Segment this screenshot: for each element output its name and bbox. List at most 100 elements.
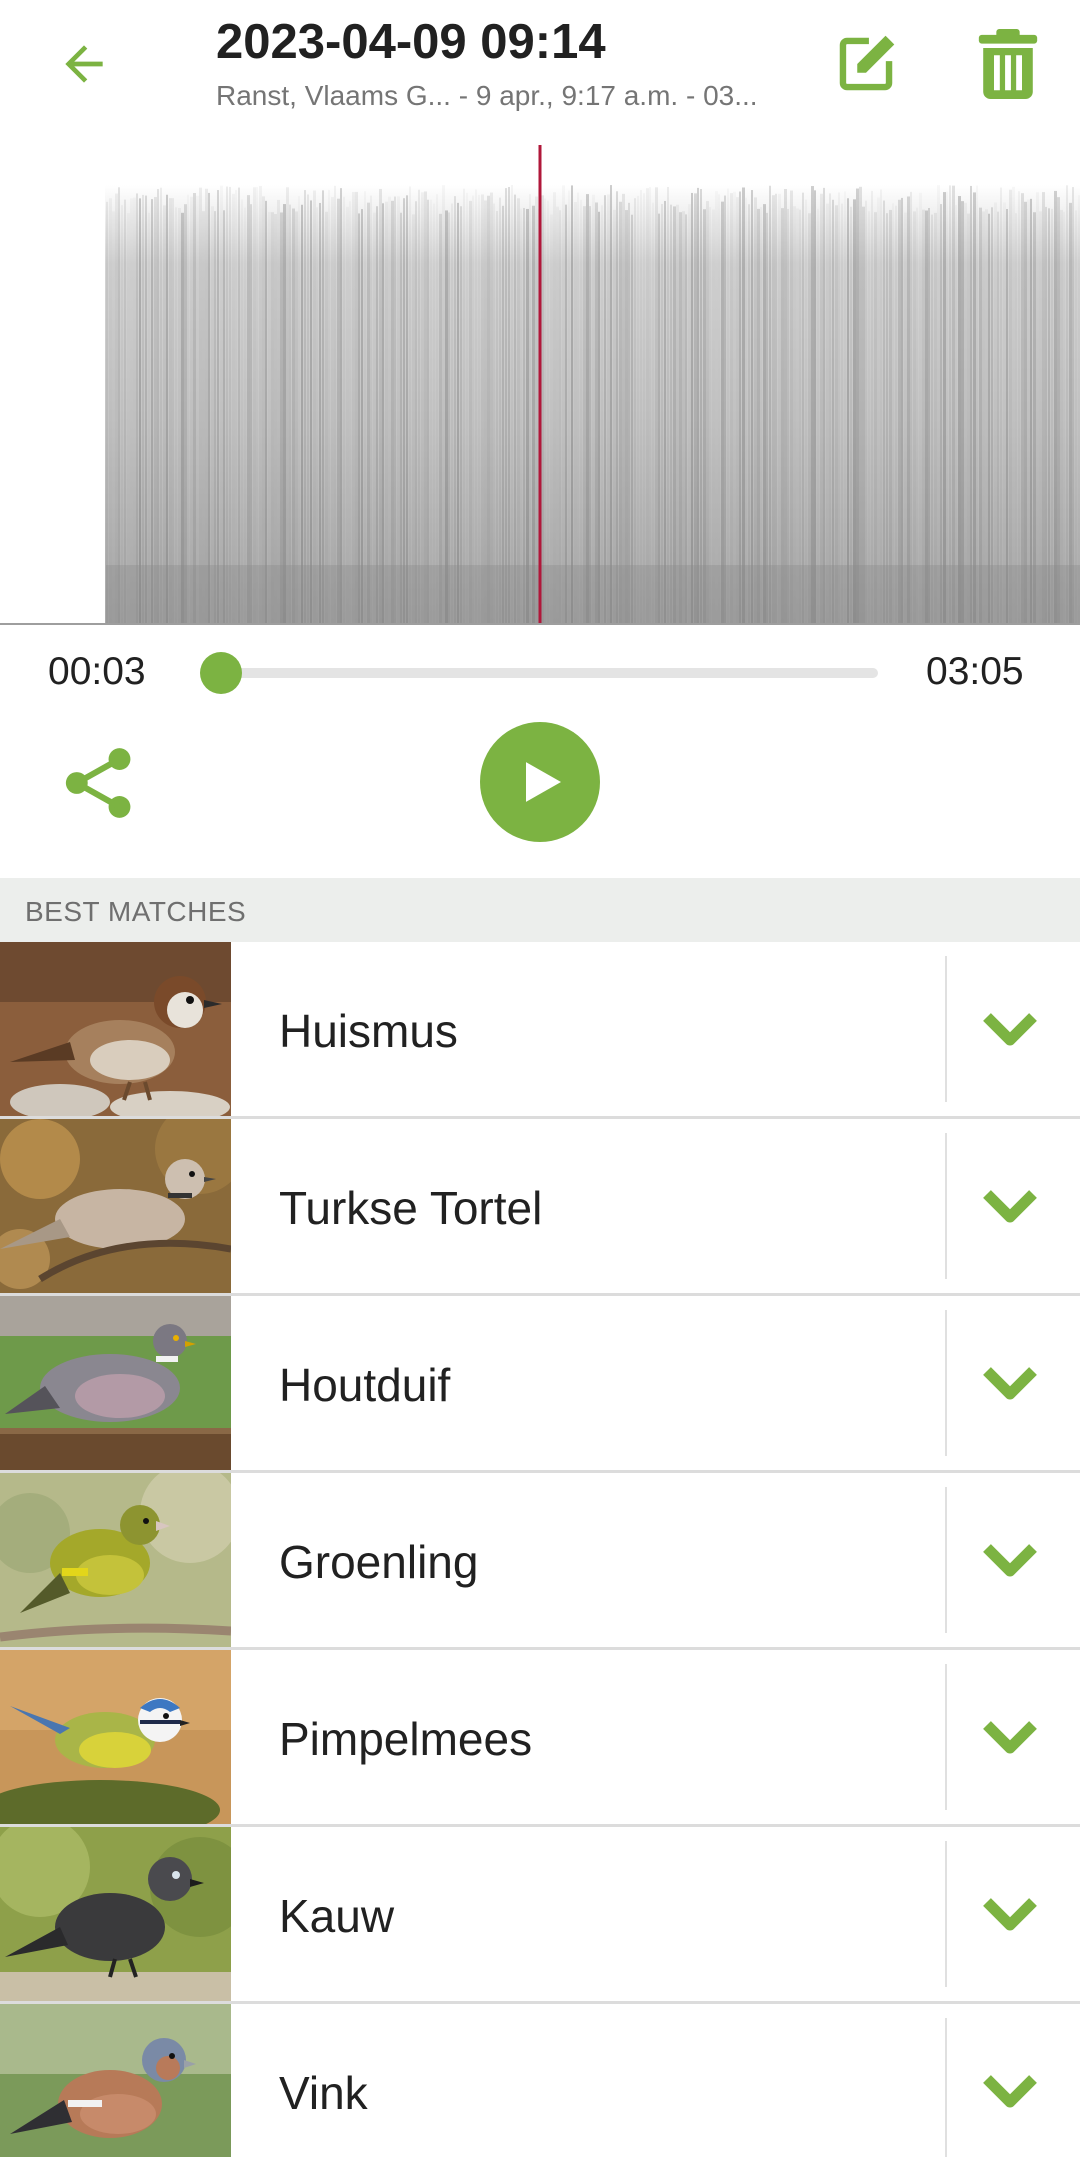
share-icon	[65, 748, 131, 818]
spectrogram-stripe	[940, 204, 942, 623]
spectrogram-stripe	[646, 188, 649, 623]
total-time: 03:05	[926, 650, 1024, 693]
spectrogram-stripe	[145, 195, 147, 623]
bird-thumbnail	[0, 942, 231, 1116]
spectrogram-stripe	[262, 196, 265, 623]
delete-button[interactable]	[968, 24, 1048, 104]
list-item[interactable]: Kauw	[0, 1827, 1080, 2004]
spectrogram-stripe	[658, 213, 660, 623]
spectrogram-stripe	[853, 199, 856, 623]
spectrogram-stripe	[481, 194, 484, 623]
spectrogram-stripe	[931, 214, 933, 623]
spectrogram-stripe	[697, 187, 699, 623]
expand-button[interactable]	[960, 1159, 1060, 1253]
spectrogram-stripe	[184, 204, 187, 623]
expand-button[interactable]	[960, 2044, 1060, 2138]
spectrogram-stripe	[400, 212, 402, 623]
share-button[interactable]	[54, 738, 144, 828]
spectrogram-stripe	[655, 187, 658, 623]
spectrogram-stripe	[271, 212, 274, 623]
expand-button[interactable]	[960, 1867, 1060, 1961]
spectrogram-stripe	[427, 199, 429, 623]
spectrogram-stripe	[991, 207, 993, 623]
spectrogram-stripe	[460, 206, 462, 623]
list-item[interactable]: Vink	[0, 2004, 1080, 2157]
species-name: Pimpelmees	[279, 1713, 533, 1765]
spectrogram-stripe	[160, 187, 162, 623]
spectrogram-stripe	[370, 195, 372, 623]
spectrogram-stripe	[841, 203, 843, 623]
list-item[interactable]: Pimpelmees	[0, 1650, 1080, 1827]
spectrogram-stripe	[664, 200, 666, 623]
spectrogram-stripe	[493, 203, 495, 623]
spectrogram-stripe	[391, 200, 394, 623]
spectrogram[interactable]	[0, 145, 1080, 625]
spectrogram-stripe	[268, 211, 271, 623]
spectrogram-stripe	[901, 197, 903, 623]
spectrogram-stripe	[796, 208, 799, 623]
spectrogram-stripe	[487, 195, 490, 623]
spectrogram-stripe	[544, 198, 546, 623]
list-item[interactable]: Turkse Tortel	[0, 1119, 1080, 1296]
list-item[interactable]: Huismus	[0, 942, 1080, 1119]
spectrogram-stripe	[475, 189, 477, 623]
spectrogram-stripe	[226, 186, 228, 623]
back-button[interactable]	[50, 30, 118, 98]
list-item[interactable]: Houtduif	[0, 1296, 1080, 1473]
spectrogram-stripe	[289, 204, 291, 623]
spectrogram-stripe	[877, 197, 880, 623]
expand-button[interactable]	[960, 982, 1060, 1076]
spectrogram-stripe	[316, 207, 318, 623]
spectrogram-stripe	[583, 206, 586, 623]
expand-button[interactable]	[960, 1690, 1060, 1784]
spectrogram-stripe	[847, 198, 849, 623]
edit-button[interactable]	[826, 24, 906, 104]
spectrogram-stripe	[634, 198, 636, 623]
spectrogram-stripe	[622, 193, 625, 623]
spectrogram-stripe	[148, 212, 150, 623]
spectrogram-stripe	[1012, 186, 1015, 623]
bird-thumbnail	[0, 1650, 231, 1824]
spectrogram-stripe	[982, 211, 985, 623]
spectrogram-stripe	[613, 209, 616, 623]
spectrogram-stripe	[463, 188, 465, 623]
spectrogram-stripe	[829, 193, 831, 623]
spectrogram-stripe	[526, 208, 529, 623]
spectrogram-stripe	[748, 204, 750, 623]
spectrogram-stripe	[295, 211, 298, 623]
spectrogram-stripe	[274, 214, 277, 623]
spectrogram-stripe	[886, 213, 888, 623]
spectrogram-stripe	[769, 185, 771, 623]
spectrogram-stripe	[628, 202, 630, 623]
divider	[945, 2018, 947, 2157]
spectrogram-stripe	[838, 192, 840, 623]
spectrogram-stripe	[244, 207, 246, 623]
chevron-down-icon	[983, 1898, 1037, 1931]
spectrogram-stripe	[1069, 202, 1072, 623]
spectrogram-stripe	[535, 196, 538, 623]
spectrogram-stripe	[1006, 209, 1008, 623]
spectrogram-stripe	[163, 205, 166, 623]
spectrogram-stripe	[637, 195, 639, 623]
list-item[interactable]: Groenling	[0, 1473, 1080, 1650]
spectrogram-stripe	[523, 207, 525, 623]
edit-icon	[839, 35, 895, 91]
arrow-left-icon	[65, 45, 103, 83]
seek-bar[interactable]	[199, 652, 878, 694]
spectrogram-stripe	[817, 208, 819, 623]
spectrogram-stripe	[988, 213, 990, 623]
spectrogram-stripe	[130, 198, 133, 623]
play-button[interactable]	[480, 722, 600, 842]
expand-button[interactable]	[960, 1513, 1060, 1607]
spectrogram-stripe	[943, 192, 946, 623]
expand-button[interactable]	[960, 1336, 1060, 1430]
species-name: Houtduif	[279, 1359, 451, 1411]
spectrogram-stripe	[379, 188, 382, 623]
bird-thumbnail	[0, 1827, 231, 2001]
spectrogram-stripe	[550, 214, 553, 623]
spectrogram-stripe	[307, 194, 309, 623]
spectrogram-stripe	[595, 202, 598, 623]
spectrogram-stripe	[1066, 185, 1068, 623]
spectrogram-stripe	[766, 212, 768, 623]
seek-thumb[interactable]	[199, 652, 242, 694]
